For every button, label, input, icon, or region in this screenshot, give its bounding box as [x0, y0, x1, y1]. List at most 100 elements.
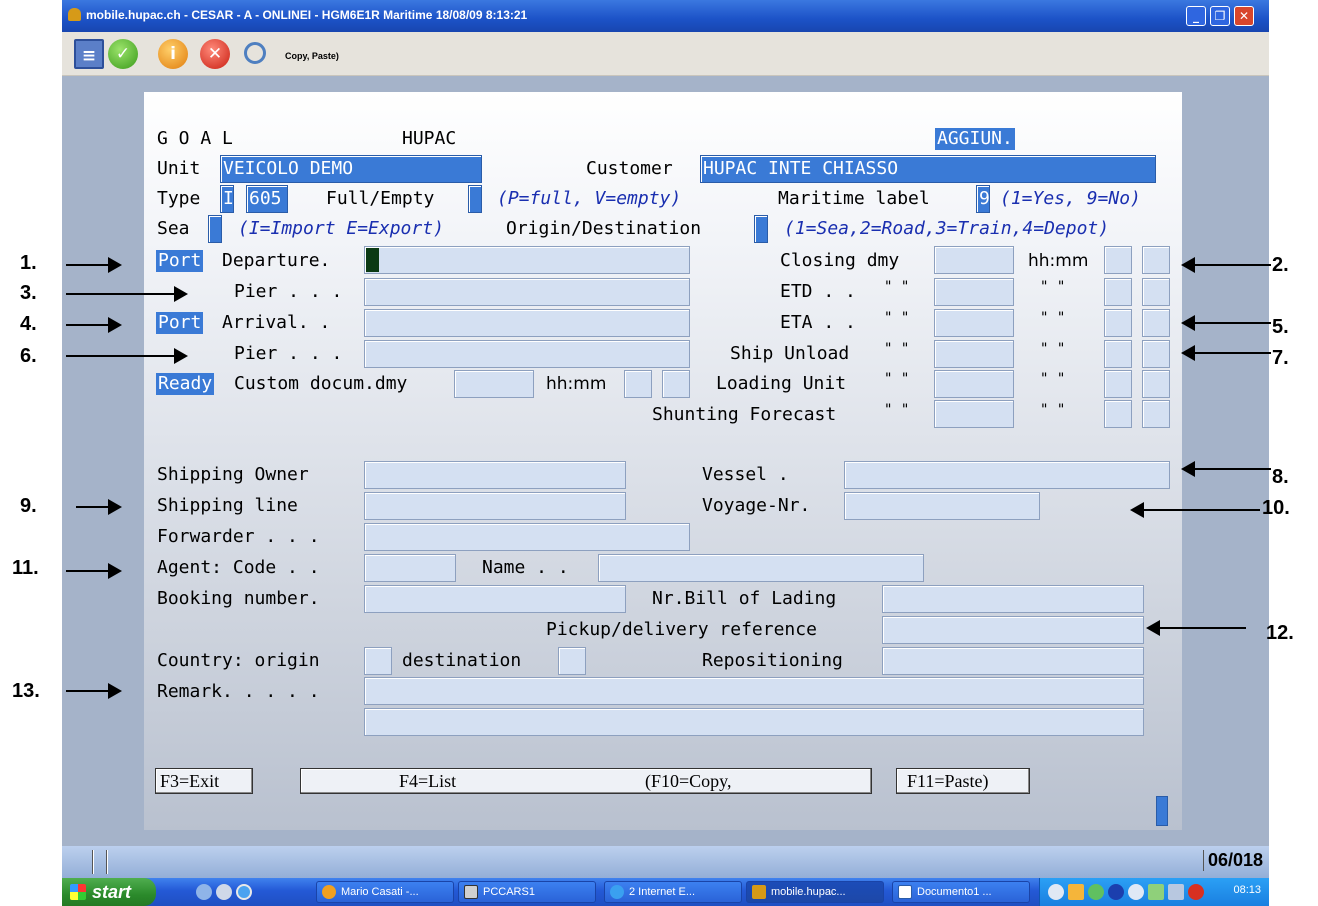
wifi-icon[interactable] — [1128, 884, 1144, 900]
annotation-12: 12. — [1266, 622, 1294, 644]
arrow-right-11 — [66, 563, 122, 579]
etd-hour-field[interactable] — [1104, 278, 1132, 306]
arrow-left-5 — [1181, 315, 1271, 331]
type-number-field[interactable]: 605 — [246, 185, 288, 213]
start-button[interactable]: start — [62, 878, 156, 906]
eta-date-field[interactable] — [934, 309, 1014, 337]
word-document-icon — [898, 885, 912, 899]
ship-unload-minute-field[interactable] — [1142, 340, 1170, 368]
document-icon[interactable]: ≡ — [74, 39, 104, 69]
toolbar-copy-paste-text[interactable]: Copy, Paste) — [285, 51, 339, 61]
minimize-button[interactable]: _ — [1186, 6, 1206, 26]
taskbar-item-internet-explorer[interactable]: 2 Internet E... — [604, 881, 742, 903]
unit-field[interactable]: VEICOLO DEMO — [220, 155, 482, 183]
taskbar-item-mario-casati[interactable]: Mario Casati -... — [316, 881, 454, 903]
quicklaunch-media-icon[interactable] — [196, 884, 212, 900]
taskbar-item-documento1[interactable]: Documento1 ... — [892, 881, 1030, 903]
maximize-button[interactable]: ❐ — [1210, 6, 1230, 26]
arrival-pier-field[interactable] — [364, 340, 690, 368]
shunting-hour-field[interactable] — [1104, 400, 1132, 428]
etd-date-field[interactable] — [934, 278, 1014, 306]
shipunload-ditto: " " — [884, 341, 910, 357]
search-icon[interactable] — [244, 42, 266, 64]
taskbar-item-pccars1[interactable]: PCCARS1 — [458, 881, 596, 903]
info-icon[interactable]: i — [158, 39, 188, 69]
booking-field[interactable] — [364, 585, 626, 613]
eta-hour-field[interactable] — [1104, 309, 1132, 337]
bill-of-lading-field[interactable] — [882, 585, 1144, 613]
loading-unit-date-field[interactable] — [934, 370, 1014, 398]
clock[interactable]: 08:13 — [1233, 884, 1261, 896]
shunting-minute-field[interactable] — [1142, 400, 1170, 428]
f10-copy-label: (F10=Copy, — [645, 771, 732, 791]
customer-field[interactable]: HUPAC INTE CHIASSO — [700, 155, 1156, 183]
eta-minute-field[interactable] — [1142, 309, 1170, 337]
voyage-field[interactable] — [844, 492, 1040, 520]
ship-unload-hour-field[interactable] — [1104, 340, 1132, 368]
custom-docum-date-field[interactable] — [454, 370, 534, 398]
shunting-date-field[interactable] — [934, 400, 1014, 428]
annotation-10: 10. — [1262, 497, 1290, 519]
tray-network-icon[interactable] — [1088, 884, 1104, 900]
task-label: Mario Casati -... — [341, 886, 419, 898]
shunting-label: Shunting Forecast — [652, 404, 837, 425]
fullempty-field[interactable] — [468, 185, 482, 213]
terminal-indicator — [1156, 796, 1168, 826]
remark-field-2[interactable] — [364, 708, 1144, 736]
loading-unit-minute-field[interactable] — [1142, 370, 1170, 398]
repositioning-label: Repositioning — [702, 650, 843, 671]
tray-connection-icon[interactable] — [1148, 884, 1164, 900]
loading-unit-hour-field[interactable] — [1104, 370, 1132, 398]
tray-security-icon[interactable] — [1188, 884, 1204, 900]
tray-pen-icon[interactable] — [1168, 884, 1184, 900]
custom-hour-field[interactable] — [624, 370, 652, 398]
f4-f10-button[interactable]: F4=List (F10=Copy, — [300, 768, 872, 794]
agent-code-field[interactable] — [364, 554, 456, 582]
departure-port-field[interactable] — [364, 246, 690, 274]
remark-field-1[interactable] — [364, 677, 1144, 705]
tray-chevron-icon[interactable] — [1048, 884, 1064, 900]
f3-exit-button[interactable]: F3=Exit — [155, 768, 253, 794]
f11-paste-button[interactable]: F11=Paste) — [896, 768, 1030, 794]
window-title: mobile.hupac.ch - CESAR - A - ONLINEI - … — [86, 8, 528, 22]
close-button[interactable]: ✕ — [1234, 6, 1254, 26]
closing-minute-field[interactable] — [1142, 246, 1170, 274]
arrival-port-field[interactable] — [364, 309, 690, 337]
arrow-right-9 — [76, 499, 122, 515]
annotation-2: 2. — [1272, 254, 1289, 276]
forwarder-field[interactable] — [364, 523, 690, 551]
departure-pier-field[interactable] — [364, 278, 690, 306]
bluetooth-icon[interactable] — [1108, 884, 1124, 900]
country-origin-label: Country: origin — [157, 650, 320, 671]
agent-name-field[interactable] — [598, 554, 924, 582]
forwarder-label: Forwarder . . . — [157, 526, 320, 547]
cancel-icon[interactable]: ✕ — [200, 39, 230, 69]
goal-label: G O A L — [157, 128, 233, 149]
ready-tag: Ready — [156, 373, 215, 395]
confirm-icon[interactable]: ✓ — [108, 39, 138, 69]
country-destination-field[interactable] — [558, 647, 586, 675]
etd-minute-field[interactable] — [1142, 278, 1170, 306]
task-label: 2 Internet E... — [629, 886, 696, 898]
maritime-field[interactable]: 9 — [976, 185, 990, 213]
vessel-field[interactable] — [844, 461, 1170, 489]
shipping-owner-field[interactable] — [364, 461, 626, 489]
pickup-field[interactable] — [882, 616, 1144, 644]
terminal-icon — [464, 885, 478, 899]
quicklaunch-ie-icon[interactable] — [236, 884, 252, 900]
quicklaunch-browser-icon[interactable] — [216, 884, 232, 900]
closing-date-field[interactable] — [934, 246, 1014, 274]
type-code-field[interactable]: I — [220, 185, 234, 213]
tray-app-icon[interactable] — [1068, 884, 1084, 900]
closing-label: Closing dmy — [780, 250, 900, 271]
sea-field[interactable] — [208, 215, 222, 243]
ship-unload-date-field[interactable] — [934, 340, 1014, 368]
origdest-field[interactable] — [754, 215, 768, 243]
closing-hour-field[interactable] — [1104, 246, 1132, 274]
taskbar-item-mobile-hupac[interactable]: mobile.hupac... — [746, 881, 884, 903]
shunting-ditto: " " — [884, 402, 910, 418]
country-origin-field[interactable] — [364, 647, 392, 675]
shipping-line-field[interactable] — [364, 492, 626, 520]
repositioning-field[interactable] — [882, 647, 1144, 675]
custom-minute-field[interactable] — [662, 370, 690, 398]
